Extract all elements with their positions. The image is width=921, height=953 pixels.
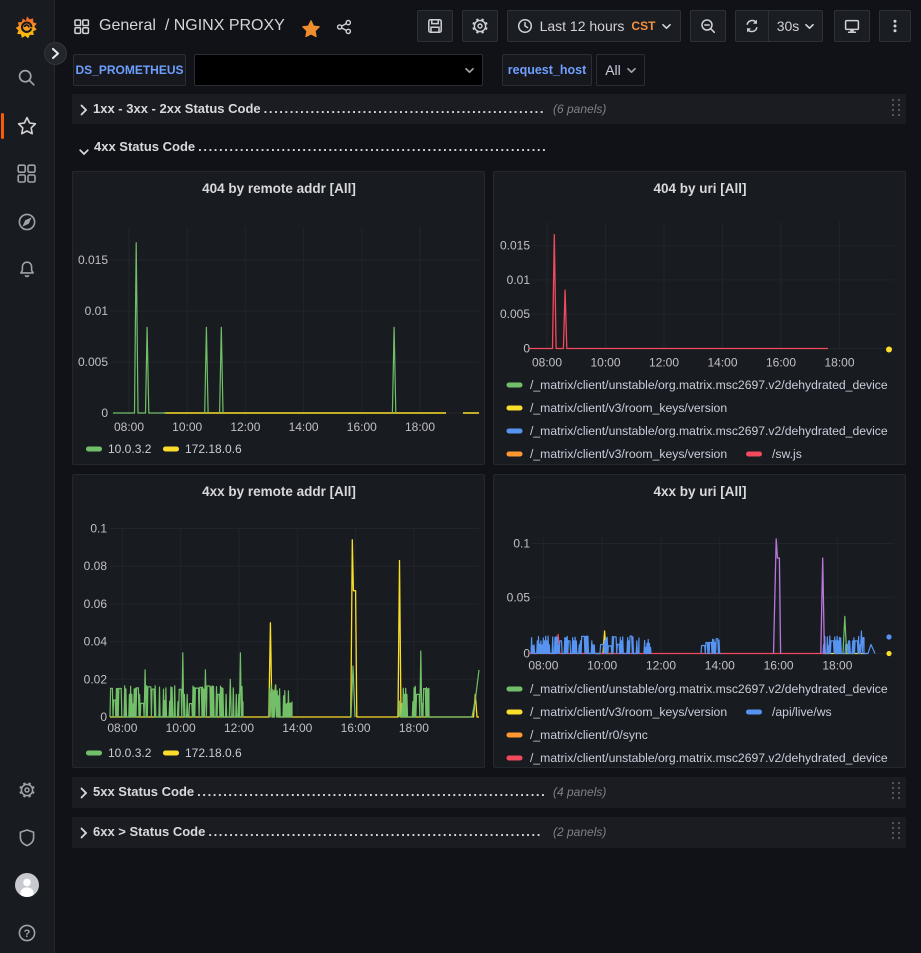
svg-text:0.02: 0.02 <box>84 672 108 686</box>
svg-text:12:00: 12:00 <box>649 356 679 370</box>
svg-text:16:00: 16:00 <box>347 420 377 434</box>
svg-text:0.05: 0.05 <box>507 590 531 604</box>
svg-text:08:00: 08:00 <box>107 721 137 735</box>
svg-text:14:00: 14:00 <box>705 659 735 673</box>
svg-text:0.015: 0.015 <box>78 253 108 267</box>
svg-text:0.01: 0.01 <box>85 304 109 318</box>
svg-text:/_matrix/client/unstable/org.m: /_matrix/client/unstable/org.matrix.msc2… <box>530 378 888 392</box>
svg-text:0: 0 <box>101 406 108 420</box>
svg-text:/_matrix/client/unstable/org.m: /_matrix/client/unstable/org.matrix.msc2… <box>530 751 888 765</box>
svg-text:08:00: 08:00 <box>528 659 558 673</box>
svg-text:12:00: 12:00 <box>224 721 254 735</box>
svg-text:0.06: 0.06 <box>84 597 108 611</box>
svg-text:404 by uri [All]: 404 by uri [All] <box>653 181 746 196</box>
svg-text:18:00: 18:00 <box>399 721 429 735</box>
svg-text:/_matrix/client/unstable/org.m: /_matrix/client/unstable/org.matrix.msc2… <box>530 424 888 438</box>
svg-text:0.1: 0.1 <box>90 522 107 536</box>
svg-text:14:00: 14:00 <box>707 356 737 370</box>
svg-text:14:00: 14:00 <box>282 721 312 735</box>
svg-text:0.04: 0.04 <box>84 635 108 649</box>
svg-text:10:00: 10:00 <box>172 420 202 434</box>
svg-text:0.015: 0.015 <box>500 239 530 253</box>
svg-text:/_matrix/client/r0/sync: /_matrix/client/r0/sync <box>530 728 648 742</box>
svg-text:0.1: 0.1 <box>513 537 530 551</box>
svg-text:10:00: 10:00 <box>166 721 196 735</box>
svg-text:0.08: 0.08 <box>84 559 108 573</box>
svg-text:10:00: 10:00 <box>587 659 617 673</box>
svg-text:172.18.0.6: 172.18.0.6 <box>185 746 242 760</box>
svg-text:18:00: 18:00 <box>822 659 852 673</box>
svg-text:12:00: 12:00 <box>230 420 260 434</box>
svg-text:0: 0 <box>100 710 107 724</box>
svg-text:16:00: 16:00 <box>764 659 794 673</box>
svg-text:12:00: 12:00 <box>646 659 676 673</box>
svg-text:10.0.3.2: 10.0.3.2 <box>108 746 152 760</box>
svg-text:0.005: 0.005 <box>78 355 108 369</box>
svg-text:?: ? <box>24 928 31 940</box>
svg-text:08:00: 08:00 <box>114 420 144 434</box>
svg-text:172.18.0.6: 172.18.0.6 <box>185 442 242 456</box>
svg-text:10.0.3.2: 10.0.3.2 <box>108 442 152 456</box>
svg-text:14:00: 14:00 <box>289 420 319 434</box>
svg-text:18:00: 18:00 <box>405 420 435 434</box>
svg-text:404 by remote addr [All]: 404 by remote addr [All] <box>202 181 356 196</box>
svg-text:/_matrix/client/v3/room_keys/v: /_matrix/client/v3/room_keys/version <box>530 401 727 415</box>
svg-text:16:00: 16:00 <box>341 721 371 735</box>
svg-text:4xx by remote addr [All]: 4xx by remote addr [All] <box>202 484 356 499</box>
svg-text:0.01: 0.01 <box>507 273 531 287</box>
svg-text:/_matrix/client/v3/room_keys/v: /_matrix/client/v3/room_keys/version <box>530 447 727 461</box>
svg-text:0.005: 0.005 <box>500 307 530 321</box>
svg-text:4xx by uri [All]: 4xx by uri [All] <box>653 484 746 499</box>
svg-text:10:00: 10:00 <box>590 356 620 370</box>
svg-text:/api/live/ws: /api/live/ws <box>772 705 832 719</box>
svg-text:/sw.js: /sw.js <box>772 447 802 461</box>
svg-text:/_matrix/client/v3/room_keys/v: /_matrix/client/v3/room_keys/version <box>530 705 727 719</box>
svg-text:08:00: 08:00 <box>532 356 562 370</box>
svg-text:16:00: 16:00 <box>766 356 796 370</box>
svg-text:18:00: 18:00 <box>824 356 854 370</box>
svg-text:/_matrix/client/unstable/org.m: /_matrix/client/unstable/org.matrix.msc2… <box>530 682 888 696</box>
